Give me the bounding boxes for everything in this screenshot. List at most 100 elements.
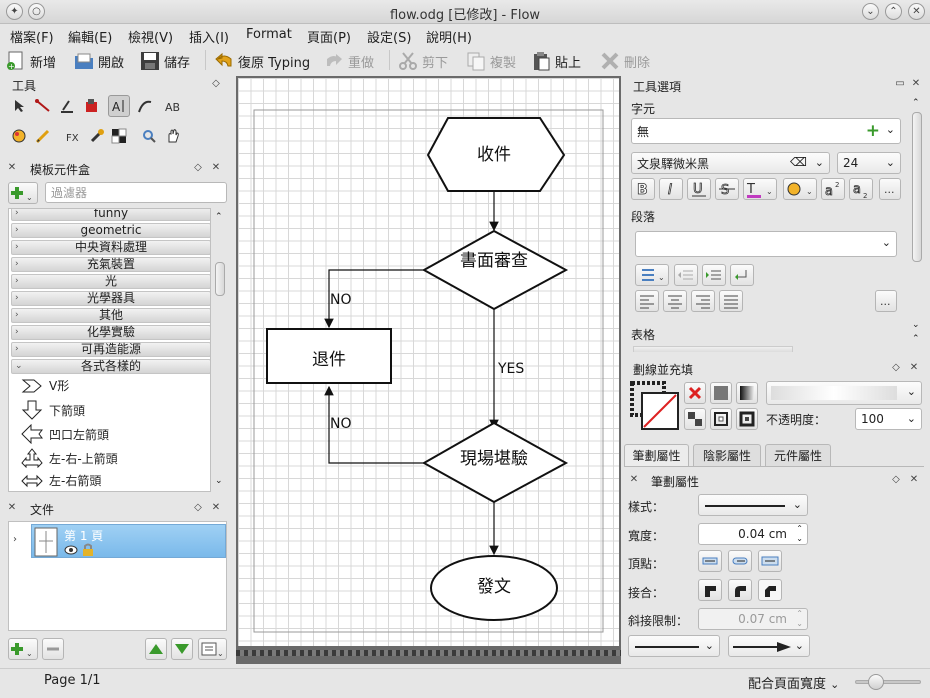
char-style-select[interactable]: 無 + ⌄	[631, 118, 901, 144]
collapse-icon[interactable]: ✕	[628, 474, 640, 486]
stroke-solid-button[interactable]	[736, 408, 758, 430]
page-1-item[interactable]: 第 1 頁	[31, 524, 226, 558]
scroll-up-icon[interactable]: ⌃	[912, 334, 920, 344]
menu-file[interactable]: 檔案(F)	[10, 27, 54, 46]
zoom-mode-select[interactable]: 配合頁面寬度 ⌄	[748, 673, 839, 692]
shape-left-right-up-arrow[interactable]: 左-右-上箭頭	[21, 448, 118, 468]
stencil-filter-input[interactable]: 過濾器	[45, 182, 227, 203]
stencil-scrollbar[interactable]: ⌃ ⌄	[214, 212, 226, 490]
scroll-up-icon[interactable]: ⌃	[215, 212, 223, 222]
formula-tool-icon[interactable]: FX	[62, 125, 84, 147]
lock-icon[interactable]	[82, 543, 94, 557]
text-tool-icon[interactable]: A	[108, 95, 130, 117]
cut-button[interactable]: 剪下	[398, 49, 448, 73]
shape-tool-icon[interactable]	[80, 95, 102, 117]
paste-button[interactable]: 貼上	[531, 49, 581, 73]
zoom-slider-handle[interactable]	[868, 674, 884, 690]
delete-button[interactable]: 刪除	[600, 49, 650, 73]
tab-stroke-properties[interactable]: 筆劃屬性	[624, 444, 689, 466]
save-button[interactable]: 儲存	[140, 49, 190, 73]
tab-shape-properties[interactable]: 元件屬性	[765, 444, 831, 466]
tab-shadow-properties[interactable]: 陰影屬性	[693, 444, 761, 466]
line-break-button[interactable]	[730, 264, 754, 286]
align-right-button[interactable]	[691, 290, 715, 312]
gradient-tool-icon[interactable]	[86, 125, 108, 147]
stroke-none-button[interactable]	[710, 408, 732, 430]
font-family-select[interactable]: 文泉驛微米黑 ⌫ ⌄	[631, 152, 830, 174]
text-color-button[interactable]: T ⌄	[743, 178, 777, 200]
text-shape-tool-icon[interactable]: AB	[162, 95, 184, 117]
category-misc[interactable]: ⌄ 各式各樣的	[11, 359, 210, 374]
panel-float-icon[interactable]: ◇	[192, 502, 204, 514]
clear-icon[interactable]: ⌫	[790, 155, 807, 169]
add-stencil-button[interactable]: ⌄	[8, 182, 38, 204]
drawing-canvas[interactable]: 收件 書面審查 退件 現場堪驗 發文 NO YES NO	[236, 76, 621, 664]
more-char-options-button[interactable]: ...	[879, 178, 901, 200]
subscript-button[interactable]: a2	[849, 178, 873, 200]
zoom-tool-icon[interactable]	[138, 125, 160, 147]
raise-layer-button[interactable]	[145, 638, 167, 660]
no-fill-button[interactable]	[684, 382, 706, 404]
new-button[interactable]: + 新增	[6, 49, 56, 73]
menu-format[interactable]: Format	[246, 27, 292, 42]
menu-view[interactable]: 檢視(V)	[128, 27, 173, 46]
category-geometric[interactable]: › geometric	[11, 223, 210, 238]
align-left-button[interactable]	[635, 290, 659, 312]
join-bevel-button[interactable]	[758, 579, 782, 601]
copy-button[interactable]: 複製	[466, 49, 516, 73]
category-optics[interactable]: › 光學器具	[11, 291, 210, 306]
strikethrough-button[interactable]: S	[715, 178, 739, 200]
miter-limit-spinbox[interactable]: 0.07 cm ⌃ ⌄	[698, 608, 808, 630]
zoom-slider[interactable]	[855, 680, 921, 684]
background-color-button[interactable]: ⌄	[783, 178, 817, 200]
path-tool-icon[interactable]	[56, 95, 78, 117]
panel-close-icon[interactable]: ✕	[908, 362, 920, 374]
cap-square-button[interactable]	[758, 550, 782, 572]
panel-close-icon[interactable]: ✕	[908, 474, 920, 486]
panel-close-icon[interactable]: ✕	[210, 162, 222, 174]
maximize-icon[interactable]: ⌃	[885, 3, 902, 20]
italic-button[interactable]: I	[659, 178, 683, 200]
category-other[interactable]: › 其他	[11, 308, 210, 323]
align-justify-button[interactable]	[719, 290, 743, 312]
gradient-fill-button[interactable]	[736, 382, 758, 404]
category-cpu[interactable]: › 中央資料處理	[11, 240, 210, 255]
menu-page[interactable]: 頁面(P)	[307, 27, 351, 46]
checker-tool-icon[interactable]	[108, 125, 130, 147]
paragraph-style-select[interactable]: ⌄	[635, 231, 897, 257]
shape-notched-left-arrow[interactable]: 凹口左箭頭	[21, 424, 109, 444]
category-chemistry[interactable]: › 化學實驗	[11, 325, 210, 340]
panel-float-icon[interactable]: ◇	[192, 162, 204, 174]
cap-butt-button[interactable]	[698, 550, 722, 572]
menu-insert[interactable]: 插入(I)	[189, 27, 229, 46]
redo-button[interactable]: 重做	[324, 49, 374, 73]
scroll-down-icon[interactable]: ⌄	[215, 476, 223, 486]
more-para-options-button[interactable]: ...	[875, 290, 897, 312]
underline-button[interactable]: U	[687, 178, 711, 200]
spin-arrows-icon[interactable]: ⌃ ⌄	[796, 609, 803, 629]
category-light[interactable]: › 光	[11, 274, 210, 289]
fill-preview-select[interactable]: ⌄	[766, 381, 922, 405]
solid-fill-button[interactable]	[710, 382, 732, 404]
menu-settings[interactable]: 設定(S)	[367, 27, 411, 46]
menu-edit[interactable]: 編輯(E)	[68, 27, 112, 46]
font-size-select[interactable]: 24 ⌄	[837, 152, 901, 174]
category-renewable[interactable]: › 可再造能源	[11, 342, 210, 357]
close-icon[interactable]: ✕	[908, 3, 925, 20]
scroll-down-icon[interactable]: ⌄	[912, 320, 920, 330]
visibility-eye-icon[interactable]	[64, 544, 78, 556]
pan-hand-icon[interactable]	[162, 125, 184, 147]
add-style-icon[interactable]: +	[866, 121, 880, 141]
category-inflatable[interactable]: › 充氣裝置	[11, 257, 210, 272]
remove-layer-button[interactable]	[42, 638, 64, 660]
pattern-fill-button[interactable]	[684, 408, 706, 430]
cap-round-button[interactable]	[728, 550, 752, 572]
pattern-tool-icon[interactable]	[8, 125, 30, 147]
bold-button[interactable]: B	[631, 178, 655, 200]
minimize-icon[interactable]: ⌄	[862, 3, 879, 20]
page[interactable]: 收件 書面審查 退件 現場堪驗 發文 NO YES NO	[238, 78, 619, 646]
expand-icon[interactable]: ›	[13, 534, 17, 545]
increase-indent-button[interactable]	[702, 264, 726, 286]
tool-options-scrollbar[interactable]: ⌃ ⌄ ⌃	[911, 98, 923, 350]
collapse-icon[interactable]: ✕	[6, 502, 18, 514]
